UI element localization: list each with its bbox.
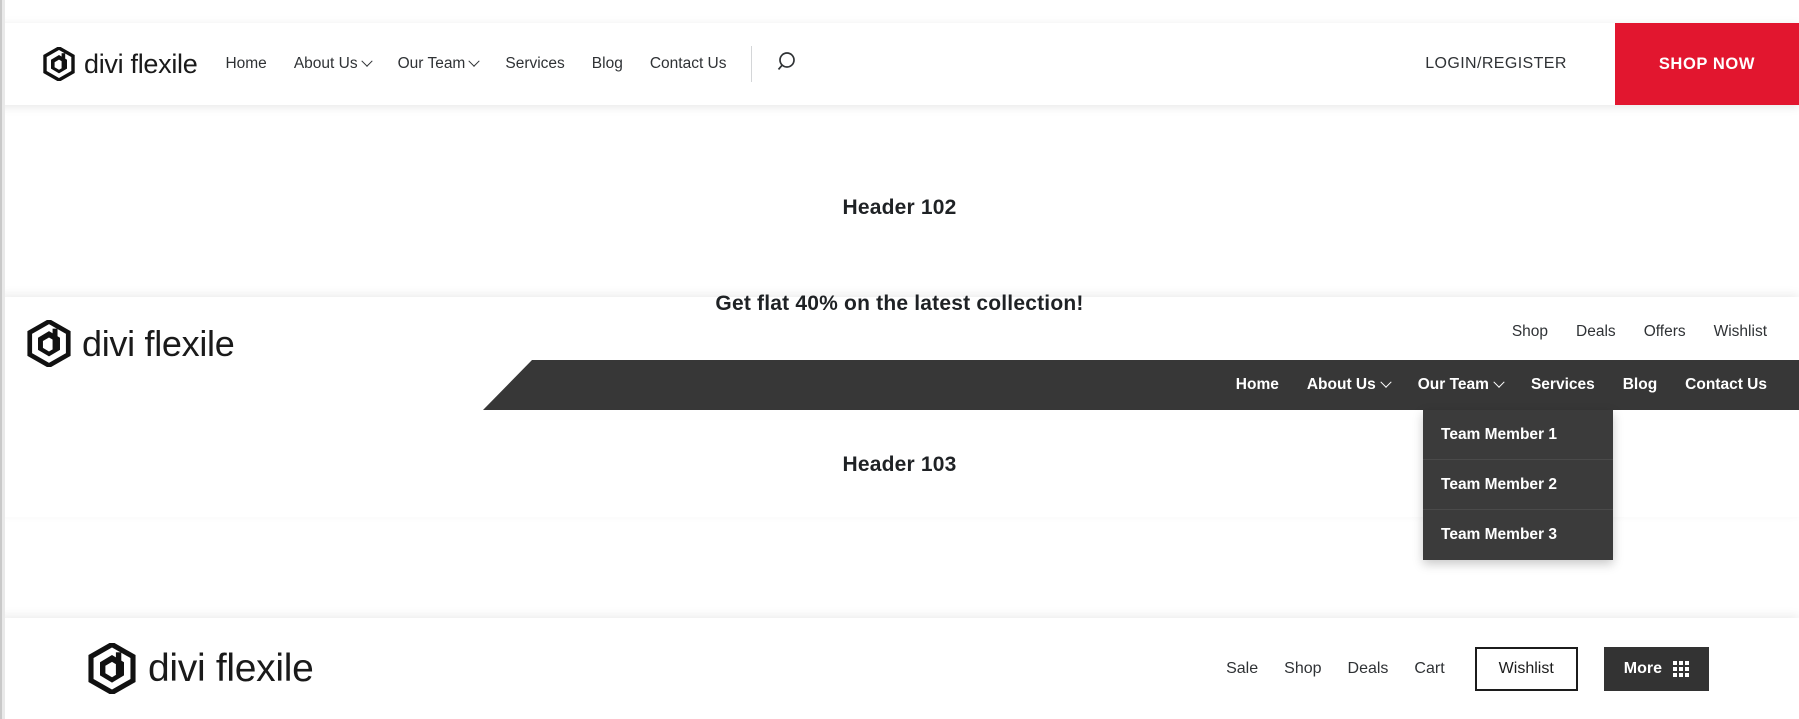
nav-item-blog-label: Blog bbox=[591, 55, 623, 72]
logo-wordmark: divi flexile bbox=[148, 647, 314, 690]
nav-item-services[interactable]: Services bbox=[1531, 376, 1595, 394]
dropdown-item-team-member-3[interactable]: Team Member 3 bbox=[1423, 510, 1613, 560]
nav-item-sale[interactable]: Sale bbox=[1226, 660, 1258, 678]
nav-item-home[interactable]: Home bbox=[225, 55, 266, 73]
nav-item-blog-label: Blog bbox=[1622, 376, 1658, 393]
header-102-nav: Home About Us Our Team Services Blog Con… bbox=[225, 55, 726, 73]
logo-wordmark: divi flexile bbox=[82, 322, 235, 364]
chevron-down-icon bbox=[360, 55, 373, 67]
nav-item-services-label: Services bbox=[1530, 376, 1595, 393]
header-102-title: Header 102 bbox=[842, 196, 957, 219]
header-104-actions: Sale Shop Deals Cart Wishlist More bbox=[1226, 646, 1709, 691]
nav-item-cart[interactable]: Cart bbox=[1414, 660, 1444, 678]
nav-item-home[interactable]: Home bbox=[1236, 376, 1279, 394]
utility-link-offers[interactable]: Offers bbox=[1644, 323, 1686, 341]
nav-item-home-label: Home bbox=[1235, 376, 1279, 393]
our-team-dropdown-menu: Team Member 1 Team Member 2 Team Member … bbox=[1423, 410, 1613, 560]
page-root: divi flexile Home About Us Our Team Serv… bbox=[0, 0, 1799, 719]
dropdown-item-team-member-2[interactable]: Team Member 2 bbox=[1423, 460, 1613, 510]
hexagon-d-logo-icon bbox=[88, 643, 136, 694]
dropdown-item-team-member-1[interactable]: Team Member 1 bbox=[1423, 410, 1613, 460]
nav-item-about-us-label: About Us bbox=[293, 55, 358, 72]
header-102-bar: divi flexile Home About Us Our Team Serv… bbox=[0, 23, 1799, 105]
more-button[interactable]: More bbox=[1603, 646, 1709, 691]
nav-item-blog[interactable]: Blog bbox=[592, 55, 623, 73]
nav-item-home-label: Home bbox=[225, 55, 267, 72]
header-103-utility-links: Shop Deals Offers Wishlist bbox=[1512, 323, 1767, 341]
utility-link-deals[interactable]: Deals bbox=[1576, 323, 1616, 341]
nav-item-our-team[interactable]: Our Team bbox=[1417, 376, 1505, 394]
nav-item-services[interactable]: Services bbox=[505, 55, 564, 73]
search-button[interactable] bbox=[776, 50, 800, 79]
nav-item-shop[interactable]: Shop bbox=[1284, 660, 1321, 678]
header-102-logo[interactable]: divi flexile bbox=[43, 47, 198, 81]
nav-item-contact-us-label: Contact Us bbox=[649, 55, 727, 72]
chevron-down-icon bbox=[1380, 376, 1392, 388]
login-register-link[interactable]: LOGIN/REGISTER bbox=[1425, 55, 1567, 73]
hexagon-d-logo-icon bbox=[27, 320, 71, 367]
header-104-bar: divi flexile Sale Shop Deals Cart Wishli… bbox=[0, 618, 1799, 719]
utility-link-wishlist[interactable]: Wishlist bbox=[1714, 323, 1767, 341]
utility-link-shop[interactable]: Shop bbox=[1512, 323, 1548, 341]
page-scrollbar-rail[interactable] bbox=[0, 0, 5, 719]
grid-icon bbox=[1673, 660, 1689, 677]
nav-item-about-us-label: About Us bbox=[1306, 376, 1376, 393]
chevron-down-icon bbox=[468, 55, 481, 67]
nav-item-our-team-label: Our Team bbox=[397, 55, 466, 72]
promo-text: Get flat 40% on the latest collection! bbox=[715, 292, 1084, 315]
header-102-section: divi flexile Home About Us Our Team Serv… bbox=[0, 8, 1799, 256]
nav-item-contact-us[interactable]: Contact Us bbox=[1685, 376, 1767, 394]
nav-item-contact-us-label: Contact Us bbox=[1685, 376, 1767, 393]
search-icon bbox=[776, 50, 800, 79]
header-103-logo[interactable]: divi flexile bbox=[27, 320, 235, 367]
logo-wordmark: divi flexile bbox=[84, 48, 198, 79]
header-104-logo[interactable]: divi flexile bbox=[88, 643, 314, 694]
nav-item-deals[interactable]: Deals bbox=[1348, 660, 1389, 678]
wishlist-button[interactable]: Wishlist bbox=[1474, 646, 1578, 691]
more-button-label: More bbox=[1623, 659, 1662, 677]
nav-item-contact-us[interactable]: Contact Us bbox=[650, 55, 727, 73]
nav-item-blog[interactable]: Blog bbox=[1623, 376, 1657, 394]
header-102-actions: LOGIN/REGISTER SHOP NOW bbox=[1425, 23, 1799, 105]
header-103-section: divi flexile Get flat 40% on the latest … bbox=[0, 292, 1799, 560]
shop-now-button[interactable]: SHOP NOW bbox=[1614, 23, 1799, 105]
nav-item-about-us[interactable]: About Us bbox=[293, 55, 373, 73]
chevron-down-icon bbox=[1493, 376, 1505, 388]
nav-divider bbox=[750, 46, 752, 82]
nav-item-our-team[interactable]: Our Team bbox=[397, 55, 481, 73]
header-103-nav: Home About Us Our Team Services Blog Con… bbox=[1236, 360, 1767, 410]
nav-item-our-team-label: Our Team bbox=[1417, 376, 1489, 393]
header-104-section: divi flexile Sale Shop Deals Cart Wishli… bbox=[0, 618, 1799, 719]
hexagon-d-logo-icon bbox=[43, 47, 75, 81]
nav-item-services-label: Services bbox=[505, 55, 565, 72]
nav-item-about-us[interactable]: About Us bbox=[1306, 376, 1392, 394]
